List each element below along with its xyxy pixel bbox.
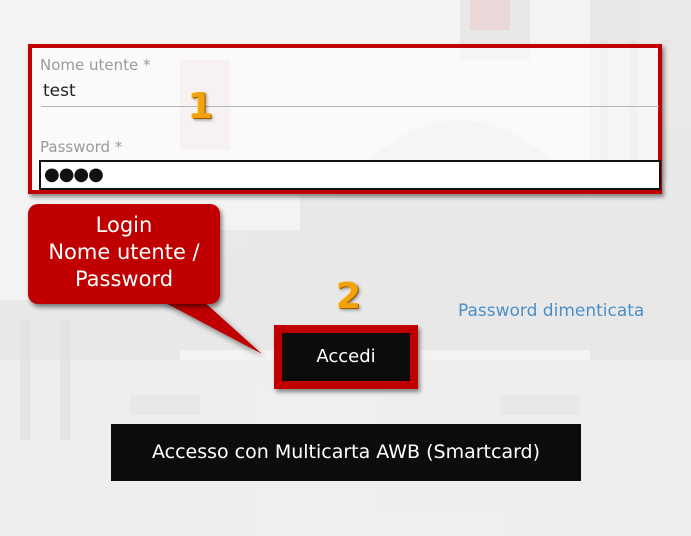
login-button[interactable]: Accedi [282,333,410,381]
forgot-password-link[interactable]: Password dimenticata [458,301,644,321]
password-field[interactable]: ●●●● [39,160,661,190]
smartcard-login-button[interactable]: Accesso con Multicarta AWB (Smartcard) [111,424,581,481]
callout-line-1: Login [95,213,153,237]
login-callout: Login Nome utente / Password [28,204,220,304]
step-1-marker: 1 [188,86,214,127]
username-underline [41,106,659,107]
username-field[interactable]: test [43,81,76,101]
callout-line-3: Password [74,267,174,291]
login-highlight-box: Nome utente * test Password * ●●●● [28,44,662,194]
callout-line-2: Nome utente / [48,240,200,264]
login-button-highlight: Accedi [274,325,418,389]
password-label: Password * [40,138,123,156]
username-label: Nome utente * [40,56,151,74]
step-2-marker: 2 [336,276,362,317]
